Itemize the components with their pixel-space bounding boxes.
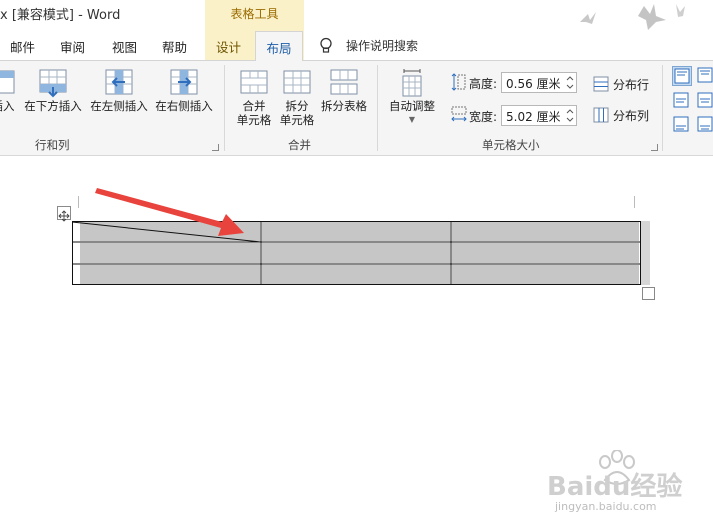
tab-mailings[interactable]: 邮件 — [10, 37, 35, 56]
tab-table-design[interactable]: 设计 — [216, 37, 241, 56]
split-table-button[interactable]: 拆分表格 — [318, 67, 370, 113]
insert-below-label: 在下方插入 — [24, 99, 82, 113]
align-bottom-left-icon — [673, 116, 689, 132]
lightbulb-icon — [320, 37, 332, 53]
split-cells-icon — [283, 70, 311, 94]
insert-left-button[interactable]: 在左侧插入 — [88, 67, 150, 113]
align-bottom-center-icon — [697, 116, 713, 132]
group-label-cell-size: 单元格大小 — [482, 138, 540, 152]
table-resize-handle[interactable] — [642, 287, 655, 300]
insert-right-button[interactable]: 在右侧插入 — [153, 67, 215, 113]
split-table-icon — [330, 69, 358, 95]
align-middle-center-icon — [697, 92, 713, 108]
column-width-label: 宽度: — [469, 110, 498, 124]
align-middle-left-icon — [673, 92, 689, 108]
page-margin-corner-mark — [78, 196, 79, 208]
insert-above-button[interactable]: 插入 — [0, 67, 18, 113]
cell-size-launcher-icon[interactable] — [651, 144, 658, 151]
distribute-rows-label: 分布行 — [613, 78, 650, 92]
merge-cells-icon — [240, 70, 268, 94]
distribute-columns-label: 分布列 — [613, 109, 650, 123]
insert-left-label: 在左侧插入 — [90, 99, 148, 113]
column-width-spinner-icon[interactable] — [566, 108, 574, 123]
insert-right-icon — [170, 69, 198, 95]
distribute-columns-button[interactable]: 分布列 — [593, 105, 655, 125]
tell-me-label: 操作说明搜索 — [346, 39, 419, 53]
merge-cells-line1: 合并 — [242, 99, 266, 113]
align-top-left-button[interactable] — [672, 66, 692, 86]
row-height-value: 0.56 厘米 — [506, 77, 561, 91]
insert-above-icon — [0, 70, 15, 94]
watermark-brand: Baidu经验 — [547, 472, 683, 502]
split-table-label: 拆分表格 — [321, 99, 367, 113]
split-cells-line2: 单元格 — [279, 113, 315, 127]
selected-table[interactable] — [71, 221, 650, 285]
group-divider — [377, 65, 378, 151]
insert-above-label: 插入 — [0, 99, 15, 113]
title-bar: x [兼容模式] - Word 表格工具 — [0, 0, 713, 30]
row-height-control: 高度: 0.56 厘米 — [451, 72, 586, 94]
insert-right-label: 在右侧插入 — [155, 99, 213, 113]
split-cells-button[interactable]: 拆分 单元格 — [276, 67, 318, 127]
split-cells-line1: 拆分 — [285, 99, 309, 113]
align-top-left-icon — [674, 68, 690, 84]
table-tools-header: 表格工具 — [205, 0, 304, 30]
autofit-button[interactable]: 自动调整 ▼ — [385, 67, 439, 127]
rows-columns-launcher-icon[interactable] — [212, 144, 219, 151]
ribbon-layout-panel: 插入 在下方插入 在左侧插入 在右侧插入 行和列 — [0, 60, 713, 156]
align-top-center-icon — [697, 67, 713, 83]
insert-left-icon — [105, 69, 133, 95]
row-height-label: 高度: — [469, 77, 498, 91]
table-tools-label: 表格工具 — [230, 7, 279, 21]
align-middle-left-button[interactable] — [672, 91, 692, 111]
table-move-handle[interactable] — [57, 206, 71, 222]
row-height-input[interactable]: 0.56 厘米 — [501, 72, 577, 93]
tab-help[interactable]: 帮助 — [162, 37, 187, 56]
autofit-label: 自动调整 — [389, 99, 435, 113]
merge-cells-line2: 单元格 — [236, 113, 272, 127]
tab-view[interactable]: 视图 — [112, 37, 137, 56]
insert-below-icon — [39, 69, 67, 98]
distribute-rows-icon — [593, 76, 609, 92]
table-grid-lines — [71, 221, 641, 285]
row-height-icon — [451, 73, 466, 91]
column-width-value: 5.02 厘米 — [506, 110, 561, 124]
window-title: x [兼容模式] - Word — [0, 8, 121, 23]
align-top-center-button[interactable] — [696, 66, 713, 86]
group-label-rows-columns: 行和列 — [35, 138, 70, 152]
merge-cells-button[interactable]: 合并 单元格 — [233, 67, 275, 127]
group-divider — [224, 65, 225, 151]
watermark-url: jingyan.baidu.com — [555, 500, 657, 513]
autofit-icon — [402, 69, 422, 97]
align-bottom-center-button[interactable] — [696, 115, 713, 135]
tab-table-layout[interactable]: 布局 — [255, 31, 303, 61]
align-bottom-left-button[interactable] — [672, 115, 692, 135]
column-width-icon — [451, 106, 467, 122]
tab-table-layout-label: 布局 — [266, 41, 292, 56]
baidu-watermark: Baidu经验 jingyan.baidu.com — [545, 450, 710, 520]
page-margin-corner-mark — [634, 196, 635, 208]
move-arrows-icon — [58, 210, 70, 222]
column-width-control: 宽度: 5.02 厘米 — [451, 105, 586, 127]
column-width-input[interactable]: 5.02 厘米 — [501, 105, 577, 126]
insert-below-button[interactable]: 在下方插入 — [21, 67, 85, 113]
group-label-merge: 合并 — [288, 138, 311, 152]
distribute-rows-button[interactable]: 分布行 — [593, 74, 655, 94]
row-height-spinner-icon[interactable] — [566, 75, 574, 90]
distribute-columns-icon — [593, 107, 609, 123]
group-divider — [662, 65, 663, 151]
autofit-dropdown-arrow-icon: ▼ — [408, 115, 416, 124]
align-middle-center-button[interactable] — [696, 91, 713, 111]
tab-review[interactable]: 审阅 — [60, 37, 85, 56]
